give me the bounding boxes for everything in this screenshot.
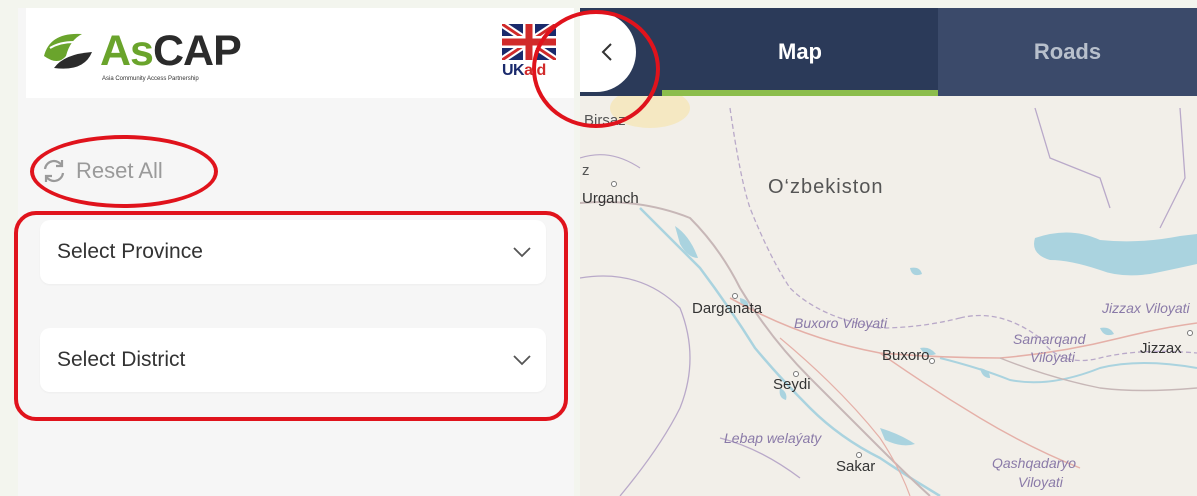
ukaid-wordmark: UKaid	[502, 62, 546, 80]
map-label-sakar: Sakar	[836, 458, 876, 475]
logo-cap: CAP	[152, 27, 242, 75]
refresh-icon	[43, 159, 65, 183]
map-label-uzbekistan: O‘zbekiston	[768, 176, 884, 198]
map-label-samarqand-1: Samarqand	[1013, 331, 1086, 347]
ascap-logo: AsCAP Asia Community Access Partnership	[40, 26, 280, 86]
union-jack-icon	[500, 21, 558, 63]
reset-all-button[interactable]: Reset All	[40, 156, 163, 186]
map-label-z: z	[582, 162, 590, 179]
ascap-logo-mark-icon	[44, 33, 92, 69]
map-label-urganch: Urganch	[582, 190, 639, 207]
chevron-down-icon	[513, 355, 531, 366]
logo-wordmark: AsCAP	[100, 27, 242, 75]
chevron-down-icon	[513, 247, 531, 258]
map-label-lebap: Lebap welaýaty	[724, 430, 822, 446]
logo-as: As	[100, 27, 154, 75]
filter-panel: AsCAP Asia Community Access Partnership …	[18, 8, 574, 496]
tab-map[interactable]: Map	[662, 8, 938, 96]
map-label-darganata: Darganata	[692, 300, 763, 317]
map-label-jizzax: Jizzax	[1140, 340, 1182, 357]
map-label-qashqadaryo-2: Viloyati	[1018, 474, 1063, 490]
district-select[interactable]: Select District	[40, 328, 546, 392]
ukaid-uk: UK	[502, 62, 525, 79]
map-label-samarqand-2: Viloyati	[1030, 349, 1075, 365]
map-label-seydi: Seydi	[773, 376, 811, 393]
reset-all-label: Reset All	[76, 158, 163, 183]
ukaid-aid: aid	[524, 62, 546, 79]
tab-bar: Map Roads	[580, 8, 1197, 96]
map-label-buxoro-viloyati: Buxoro Viloyati	[794, 315, 888, 331]
chevron-left-icon	[601, 43, 612, 61]
province-select[interactable]: Select Province	[40, 220, 546, 284]
province-select-placeholder: Select Province	[57, 240, 203, 263]
map-label-qashqadaryo-1: Qashqadaryo	[992, 455, 1077, 471]
ukaid-logo: UKaid	[500, 21, 562, 92]
map-label-buxoro: Buxoro	[882, 347, 930, 364]
header: AsCAP Asia Community Access Partnership …	[26, 8, 574, 98]
map-view[interactable]: Birsaz z Urganch O‘zbekiston Darganata B…	[580, 8, 1197, 496]
tab-roads[interactable]: Roads	[938, 8, 1197, 96]
map-label-birsaz: Birsaz	[584, 112, 626, 129]
map-label-jizzax-viloyati: Jizzax Viloyati	[1102, 300, 1190, 316]
logo-tagline: Asia Community Access Partnership	[102, 76, 199, 82]
district-select-placeholder: Select District	[57, 348, 186, 371]
